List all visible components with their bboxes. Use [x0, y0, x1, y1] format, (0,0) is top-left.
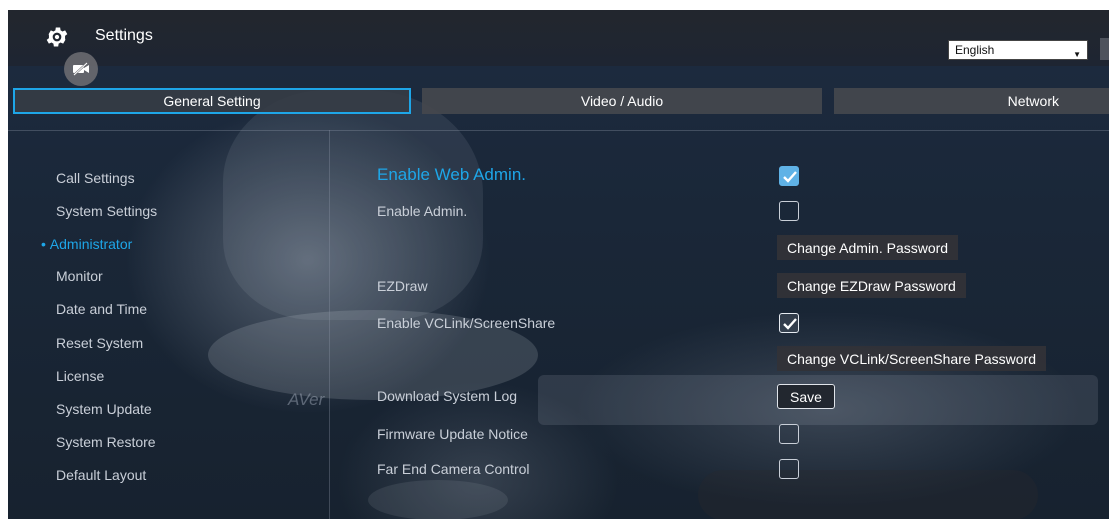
tab-video-audio-label: Video / Audio	[580, 93, 664, 109]
camera-off-icon	[73, 62, 89, 76]
sidebar-item-default-layout[interactable]: Default Layout	[56, 467, 146, 483]
sidebar-divider	[329, 130, 330, 519]
tab-general-setting-label: General Setting	[163, 93, 261, 109]
firmware-update-notice-label: Firmware Update Notice	[377, 426, 528, 442]
far-end-camera-control-label: Far End Camera Control	[377, 461, 530, 477]
sidebar-item-date-and-time[interactable]: Date and Time	[56, 301, 147, 317]
camera-toggle-button[interactable]	[64, 52, 98, 86]
firmware-update-notice-checkbox[interactable]	[779, 424, 799, 444]
enable-vclink-label: Enable VCLink/ScreenShare	[377, 315, 556, 331]
settings-tabs: General Setting Video / Audio Network	[8, 88, 1109, 116]
enable-web-admin-checkbox[interactable]	[779, 166, 799, 186]
chevron-down-icon: ▼	[1073, 50, 1081, 59]
sidebar-item-system-restore[interactable]: System Restore	[56, 434, 156, 450]
sidebar-item-monitor[interactable]: Monitor	[56, 268, 103, 284]
background-remote-image	[698, 470, 1038, 519]
checkmark-icon	[783, 318, 797, 330]
tab-general-setting[interactable]: General Setting	[13, 88, 411, 114]
change-vclink-password-button[interactable]: Change VCLink/ScreenShare Password	[777, 346, 1047, 371]
sidebar-item-administrator[interactable]: • Administrator	[41, 236, 132, 252]
checkmark-icon	[783, 171, 797, 183]
far-end-camera-control-checkbox[interactable]	[779, 459, 799, 479]
background-speaker-image	[368, 480, 508, 519]
enable-web-admin-label: Enable Web Admin.	[377, 165, 526, 184]
change-ezdraw-password-button[interactable]: Change EZDraw Password	[777, 273, 966, 298]
download-system-log-label: Download System Log	[377, 388, 518, 404]
enable-admin-checkbox[interactable]	[779, 201, 799, 221]
save-log-button[interactable]: Save	[777, 384, 835, 409]
sidebar-item-label: Administrator	[49, 236, 133, 252]
sidebar-item-call-settings[interactable]: Call Settings	[56, 170, 135, 186]
page-title: Settings	[95, 27, 153, 44]
enable-admin-label: Enable Admin.	[377, 203, 468, 219]
sidebar-item-system-update[interactable]: System Update	[56, 401, 152, 417]
ezdraw-label: EZDraw	[377, 278, 428, 294]
header-edge-button[interactable]	[1100, 38, 1109, 60]
settings-window: AVer Settings English ▼ General Setting …	[8, 10, 1109, 519]
background-logo: AVer	[288, 390, 325, 409]
language-select-value: English	[955, 43, 995, 57]
sidebar-item-reset-system[interactable]: Reset System	[56, 335, 143, 351]
tab-network[interactable]: Network	[834, 88, 1109, 114]
content-divider	[8, 130, 1109, 131]
enable-vclink-checkbox[interactable]	[779, 313, 799, 333]
sidebar-item-license[interactable]: License	[56, 368, 104, 384]
tab-video-audio[interactable]: Video / Audio	[422, 88, 822, 114]
active-bullet-icon: •	[41, 236, 46, 252]
change-admin-password-button[interactable]: Change Admin. Password	[777, 235, 959, 260]
tab-network-label: Network	[1007, 93, 1059, 109]
header-bar: Settings English ▼	[8, 10, 1109, 66]
language-select[interactable]: English ▼	[948, 40, 1088, 60]
gear-icon	[46, 27, 68, 47]
sidebar-item-system-settings[interactable]: System Settings	[56, 203, 157, 219]
